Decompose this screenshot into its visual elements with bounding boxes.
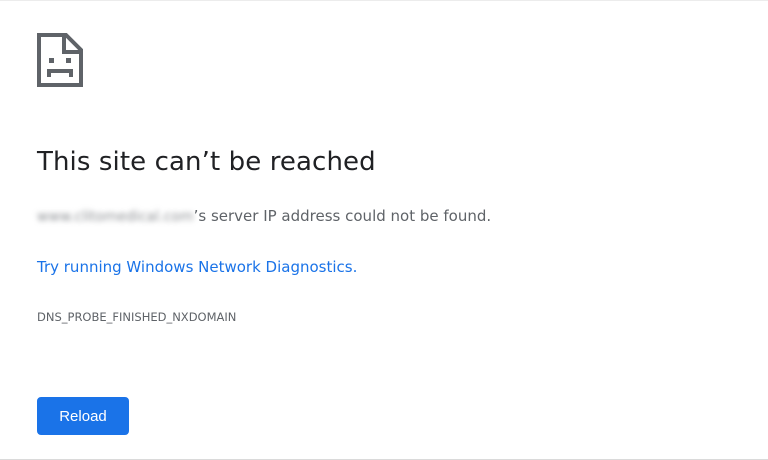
blurred-hostname: www.clitomedical.com xyxy=(37,209,194,225)
page-title: This site can’t be reached xyxy=(37,147,376,177)
error-page: This site can’t be reached www.clitomedi… xyxy=(0,0,768,460)
network-diagnostics-link[interactable]: Try running Windows Network Diagnostics. xyxy=(37,258,357,276)
error-summary-message: ’s server IP address could not be found. xyxy=(193,207,492,225)
error-code: DNS_PROBE_FINISHED_NXDOMAIN xyxy=(37,310,237,324)
link-period: . xyxy=(352,258,358,276)
error-summary: www.clitomedical.com’s server IP address… xyxy=(37,207,491,225)
sad-page-icon xyxy=(37,33,83,87)
network-diagnostics-link-text[interactable]: Try running Windows Network Diagnostics xyxy=(37,258,353,276)
reload-button[interactable]: Reload xyxy=(37,397,129,435)
